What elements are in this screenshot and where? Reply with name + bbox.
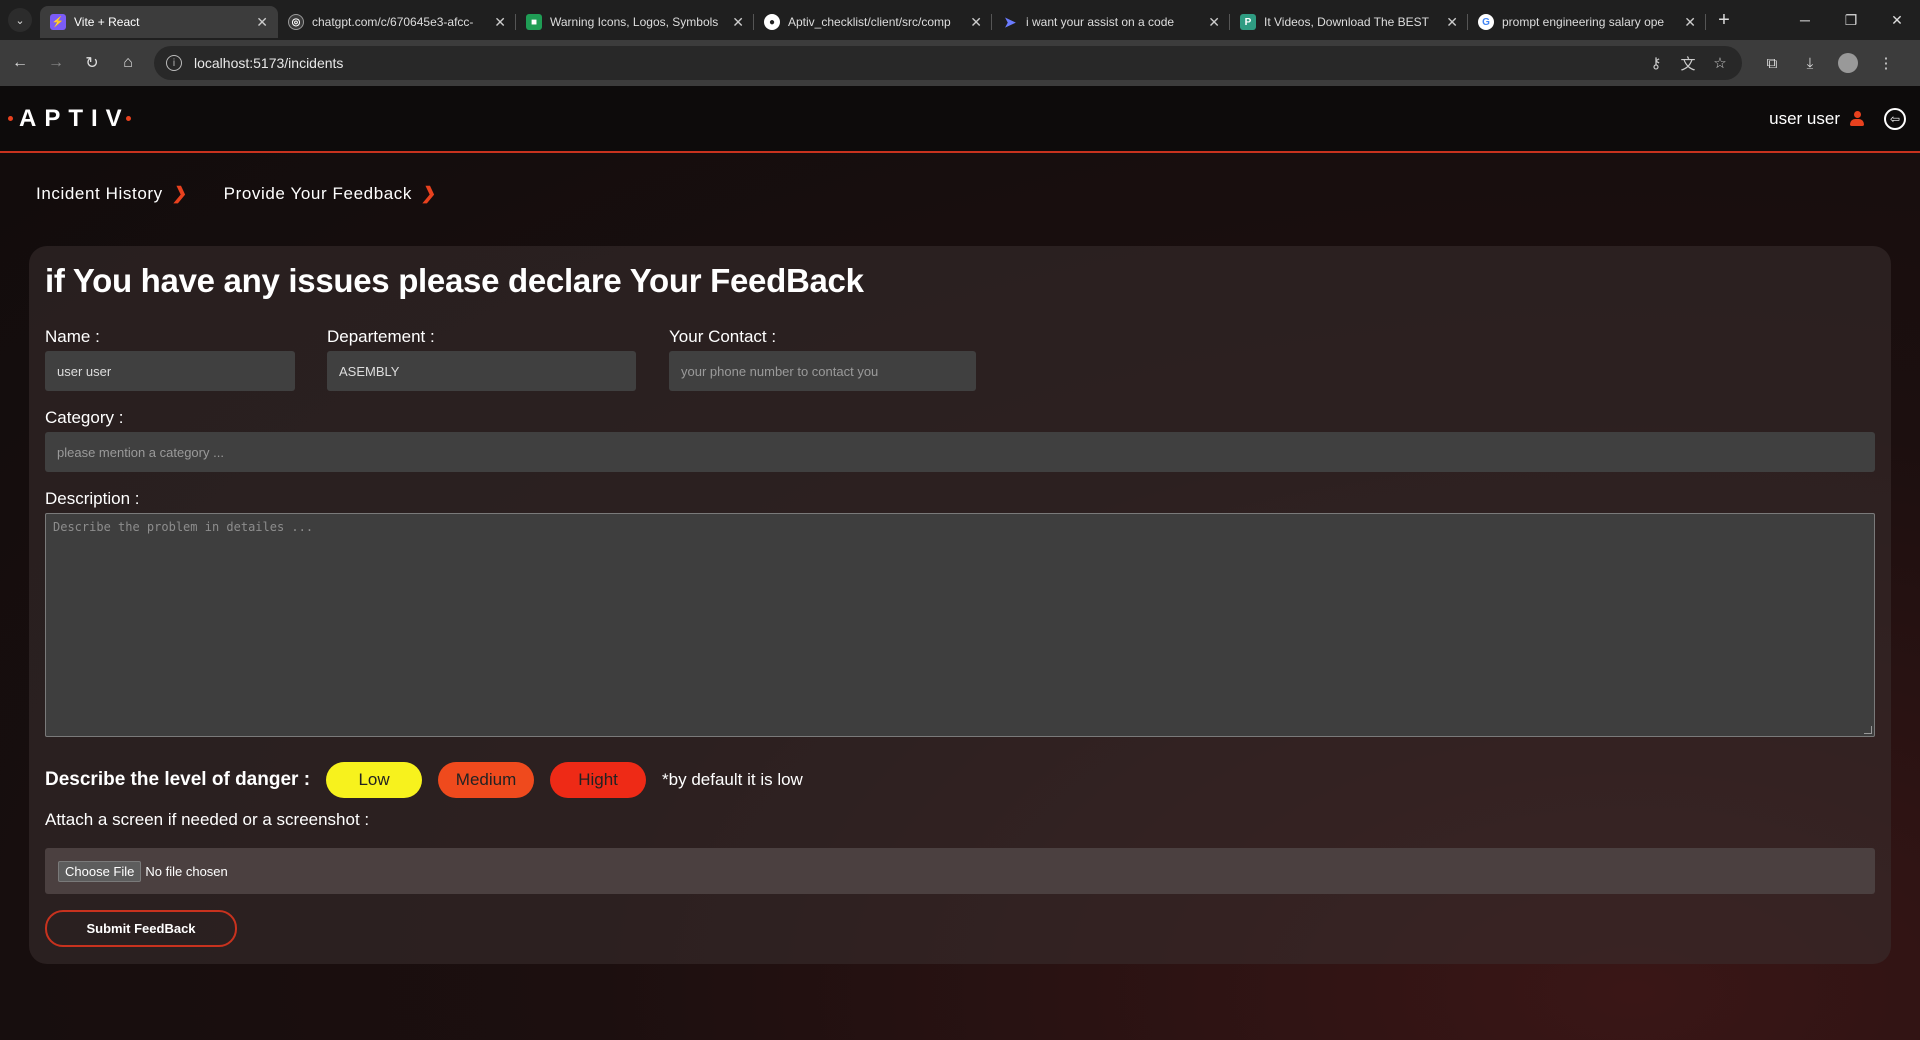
back-icon[interactable]: ← — [4, 47, 36, 79]
window-controls: ─ ❐ ✕ — [1782, 0, 1920, 40]
close-tab-icon[interactable]: ✕ — [256, 14, 268, 31]
chatgpt-icon: ◎ — [288, 14, 304, 30]
profile-avatar-icon[interactable] — [1832, 47, 1864, 79]
contact-label: Your Contact : — [669, 327, 777, 346]
user-area: user user ⇦ — [1769, 107, 1906, 130]
name-field[interactable]: user user — [45, 351, 295, 391]
address-bar[interactable]: i localhost:5173/incidents ⚷ 文 ☆ — [154, 46, 1742, 80]
url-text[interactable]: localhost:5173/incidents — [194, 55, 1634, 71]
logo-dot — [125, 116, 131, 121]
extensions-icon[interactable]: ⧉ — [1756, 47, 1788, 79]
browser-tab[interactable]: ■ Warning Icons, Logos, Symbols ✕ — [516, 6, 754, 38]
forward-icon[interactable]: → — [40, 47, 72, 79]
choose-file-button[interactable]: Choose File — [58, 860, 142, 882]
danger-label: Describe the level of danger : — [45, 769, 311, 790]
tab-title: i want your assist on a code — [1026, 15, 1175, 29]
nav-label: Incident History — [36, 184, 163, 203]
password-key-icon[interactable]: ⚷ — [1646, 54, 1666, 72]
browser-tab[interactable]: G prompt engineering salary ope ✕ — [1468, 6, 1706, 38]
browser-tab[interactable]: ◎ chatgpt.com/c/670645e3-afcc- ✕ — [278, 6, 516, 38]
site-info-icon[interactable]: i — [166, 55, 182, 71]
download-icon[interactable]: ⤓ — [1794, 47, 1826, 79]
file-status: No file chosen — [145, 863, 228, 879]
browser-tabstrip: ⌄ ⚡ Vite + React ✕ ◎ chatgpt.com/c/67064… — [0, 0, 1920, 40]
translate-icon[interactable]: 文 — [1678, 53, 1698, 74]
browser-tab[interactable]: P It Videos, Download The BEST ✕ — [1230, 6, 1468, 38]
category-field[interactable]: please mention a category ... — [45, 432, 1875, 472]
browser-tab[interactable]: ● Aptiv_checklist/client/src/comp ✕ — [754, 6, 992, 38]
home-icon[interactable]: ⌂ — [112, 47, 144, 79]
close-tab-icon[interactable]: ✕ — [1446, 14, 1458, 31]
chevron-right-icon: ❯ — [420, 184, 439, 203]
close-tab-icon[interactable]: ✕ — [494, 14, 506, 31]
bookmark-star-icon[interactable]: ☆ — [1710, 54, 1730, 72]
category-label: Category : — [45, 408, 124, 427]
danger-level-row: Describe the level of danger : Low Mediu… — [45, 762, 803, 798]
logo-text: APTIV — [19, 104, 130, 132]
tab-title: Warning Icons, Logos, Symbols — [550, 15, 719, 29]
browser-toolbar: ← → ↻ ⌂ i localhost:5173/incidents ⚷ 文 ☆… — [0, 40, 1920, 86]
description-label: Description : — [45, 489, 140, 508]
chevron-right-icon: ❯ — [171, 184, 190, 203]
app-header: APTIV user user ⇦ — [0, 86, 1920, 153]
name-label: Name : — [45, 327, 100, 346]
danger-high-button[interactable]: Hight — [550, 762, 647, 798]
user-icon — [1850, 110, 1864, 127]
sub-navigation: Incident History ❯ Provide Your Feedback… — [0, 181, 1920, 207]
close-tab-icon[interactable]: ✕ — [732, 14, 744, 31]
resize-handle-icon[interactable] — [1864, 726, 1872, 734]
tab-title: It Videos, Download The BEST — [1264, 15, 1429, 29]
vite-icon: ⚡ — [50, 14, 66, 30]
browser-tab[interactable]: ➤ i want your assist on a code ✕ — [992, 6, 1230, 38]
tab-search-button[interactable]: ⌄ — [8, 8, 32, 32]
tab-title: Vite + React — [74, 15, 140, 29]
flaticon-icon: ■ — [526, 14, 542, 30]
assistant-icon: ➤ — [1004, 13, 1016, 30]
restore-icon[interactable]: ❐ — [1828, 0, 1874, 40]
tab-title: Aptiv_checklist/client/src/comp — [788, 15, 951, 29]
description-textarea[interactable]: Describe the problem in detailes ... — [45, 513, 1875, 737]
feedback-form-card: if You have any issues please declare Yo… — [29, 246, 1891, 964]
form-title: if You have any issues please declare Yo… — [45, 262, 864, 299]
nav-incident-history[interactable]: Incident History ❯ — [36, 184, 190, 204]
description-placeholder: Describe the problem in detailes ... — [53, 520, 314, 534]
submit-feedback-button[interactable]: Submit FeedBack — [45, 910, 237, 947]
app-page: APTIV user user ⇦ Incident History ❯ Pro… — [0, 86, 1920, 1040]
username: user user — [1769, 108, 1840, 128]
video-site-icon: P — [1240, 14, 1256, 30]
aptiv-logo[interactable]: APTIV — [8, 105, 131, 133]
attach-label: Attach a screen if needed or a screensho… — [45, 810, 370, 829]
contact-field[interactable]: your phone number to contact you — [669, 351, 976, 391]
new-tab-button[interactable]: + — [1710, 6, 1738, 34]
nav-label: Provide Your Feedback — [223, 184, 413, 203]
close-tab-icon[interactable]: ✕ — [1684, 14, 1696, 31]
google-icon: G — [1478, 14, 1494, 30]
tab-title: prompt engineering salary ope — [1502, 15, 1665, 29]
danger-default-note: *by default it is low — [662, 770, 803, 789]
danger-low-button[interactable]: Low — [326, 762, 423, 798]
file-input[interactable]: Choose File No file chosen — [45, 848, 1875, 894]
close-window-icon[interactable]: ✕ — [1874, 0, 1920, 40]
department-field[interactable]: ASEMBLY — [327, 351, 636, 391]
nav-provide-feedback[interactable]: Provide Your Feedback ❯ — [223, 184, 439, 204]
tab-title: chatgpt.com/c/670645e3-afcc- — [312, 15, 474, 29]
department-label: Departement : — [327, 327, 435, 346]
github-icon: ● — [764, 14, 780, 30]
logo-dot — [8, 116, 13, 121]
browser-tab[interactable]: ⚡ Vite + React ✕ — [40, 6, 278, 38]
minimize-icon[interactable]: ─ — [1782, 0, 1828, 40]
browser-menu-icon[interactable]: ⋮ — [1870, 47, 1902, 79]
reload-icon[interactable]: ↻ — [76, 47, 108, 79]
close-tab-icon[interactable]: ✕ — [1208, 14, 1220, 31]
close-tab-icon[interactable]: ✕ — [970, 14, 982, 31]
logout-icon[interactable]: ⇦ — [1884, 107, 1906, 130]
danger-medium-button[interactable]: Medium — [438, 762, 535, 798]
